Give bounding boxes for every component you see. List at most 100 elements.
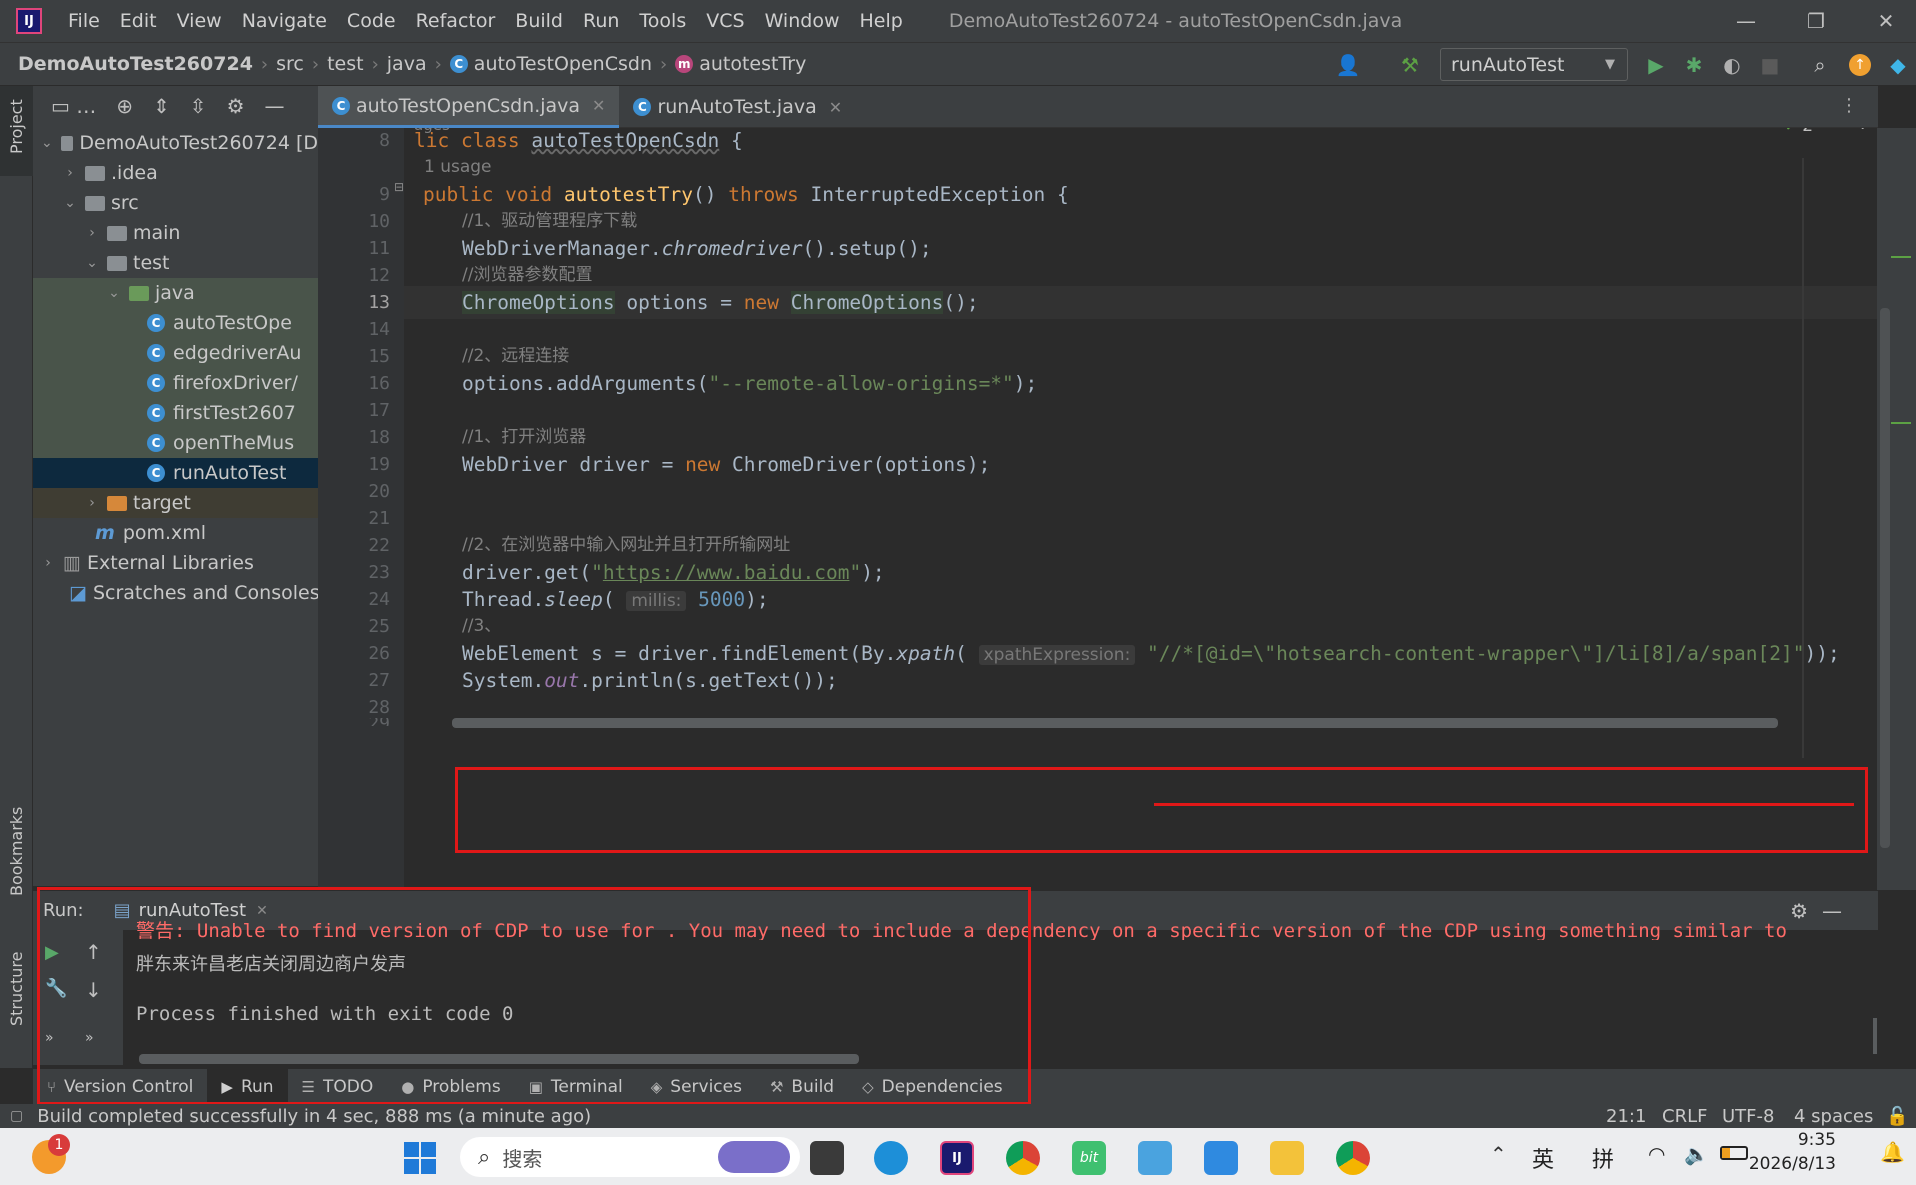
hide-panel-icon[interactable]: — bbox=[265, 94, 285, 118]
indent-setting[interactable]: 4 spaces bbox=[1794, 1106, 1873, 1127]
locate-icon[interactable]: ⊕ bbox=[116, 94, 133, 118]
search-icon[interactable]: ⌕ bbox=[1806, 51, 1834, 79]
breadcrumb-project[interactable]: DemoAutoTest260724 bbox=[18, 53, 253, 75]
file-explorer-icon[interactable] bbox=[1270, 1141, 1304, 1175]
menu-window[interactable]: Window bbox=[755, 10, 850, 32]
menu-tools[interactable]: Tools bbox=[629, 10, 696, 32]
chevron-up-icon[interactable]: ⌃ bbox=[1490, 1142, 1507, 1166]
fold-icon[interactable]: ⊟ bbox=[394, 180, 404, 194]
menu-code[interactable]: Code bbox=[337, 10, 406, 32]
chevron-right-icon[interactable]: › bbox=[85, 495, 99, 511]
vertical-scrollbar[interactable] bbox=[1873, 1018, 1877, 1054]
breadcrumb-src[interactable]: src bbox=[276, 53, 304, 75]
tree-item-file[interactable]: CautoTestOpe bbox=[33, 308, 318, 338]
close-icon[interactable]: ✕ bbox=[1856, 0, 1916, 42]
panel-toggle-icon[interactable]: ▢ bbox=[10, 1108, 23, 1124]
menu-run[interactable]: Run bbox=[573, 10, 629, 32]
tree-item-file[interactable]: CfirstTest2607 bbox=[33, 398, 318, 428]
lock-icon[interactable]: 🔓 bbox=[1886, 1106, 1908, 1127]
chevron-down-icon[interactable]: ⌄ bbox=[41, 135, 53, 151]
close-icon[interactable]: ✕ bbox=[592, 96, 605, 115]
tree-item-src[interactable]: ⌄ src bbox=[33, 188, 318, 218]
tree-item-file-selected[interactable]: CrunAutoTest bbox=[33, 458, 318, 488]
chevron-right-icon[interactable]: › bbox=[63, 165, 77, 181]
horizontal-scrollbar[interactable] bbox=[452, 718, 1778, 728]
chevron-right-icon[interactable]: › bbox=[85, 225, 99, 241]
wifi-icon[interactable]: ◠ bbox=[1648, 1142, 1665, 1166]
menu-vcs[interactable]: VCS bbox=[696, 10, 754, 32]
project-view-icon[interactable]: ▭ … bbox=[51, 94, 96, 118]
project-tool-button[interactable]: Project bbox=[7, 99, 26, 154]
bookmarks-tool-button[interactable]: Bookmarks bbox=[7, 807, 26, 896]
menu-file[interactable]: File bbox=[58, 10, 110, 32]
tree-item-target[interactable]: › target bbox=[33, 488, 318, 518]
menu-help[interactable]: Help bbox=[849, 10, 912, 32]
tree-item-scratches[interactable]: ◪ Scratches and Consoles bbox=[33, 578, 318, 608]
hide-panel-icon[interactable]: — bbox=[1822, 899, 1842, 923]
menu-build[interactable]: Build bbox=[505, 10, 573, 32]
windows-start-icon[interactable] bbox=[404, 1142, 436, 1174]
edge-browser-icon[interactable] bbox=[874, 1141, 908, 1175]
taskbar-search[interactable]: ⌕ 搜索 bbox=[460, 1137, 800, 1177]
clock-date[interactable]: 2026/8/13 bbox=[1746, 1154, 1836, 1174]
build-hammer-icon[interactable]: ⚒ bbox=[1396, 51, 1424, 79]
chrome-app-icon[interactable] bbox=[1336, 1141, 1370, 1175]
pinwheel-app-icon[interactable] bbox=[1138, 1141, 1172, 1175]
notepad-app-icon[interactable] bbox=[1204, 1141, 1238, 1175]
update-icon[interactable]: ↑ bbox=[1846, 51, 1874, 79]
battery-icon[interactable] bbox=[1720, 1146, 1748, 1160]
line-separator[interactable]: CRLF bbox=[1662, 1106, 1707, 1127]
intellij-app-icon[interactable]: IJ bbox=[940, 1141, 974, 1175]
tree-item-java[interactable]: ⌄ java bbox=[33, 278, 318, 308]
stop-icon[interactable]: ■ bbox=[1756, 51, 1784, 79]
breadcrumb-class[interactable]: CautoTestOpenCsdn bbox=[449, 53, 652, 75]
menu-refactor[interactable]: Refactor bbox=[406, 10, 506, 32]
notification-bell-icon[interactable]: 🔔 bbox=[1880, 1140, 1905, 1164]
tree-item-external-libraries[interactable]: › ▥ External Libraries bbox=[33, 548, 318, 578]
file-encoding[interactable]: UTF-8 bbox=[1722, 1106, 1774, 1127]
restore-icon[interactable]: ❐ bbox=[1786, 0, 1846, 42]
settings-gear-icon[interactable]: ⚙ bbox=[1790, 899, 1808, 923]
chrome-app-icon[interactable] bbox=[1006, 1141, 1040, 1175]
tree-item-root[interactable]: ⌄ DemoAutoTest260724 [D bbox=[33, 128, 318, 158]
caret-position[interactable]: 21:1 bbox=[1606, 1106, 1646, 1127]
more-options-icon[interactable]: ⋮ bbox=[1840, 95, 1858, 116]
clock-time[interactable]: 9:35 bbox=[1774, 1130, 1836, 1150]
chevron-right-icon[interactable]: › bbox=[41, 555, 55, 571]
tree-item-idea[interactable]: › .idea bbox=[33, 158, 318, 188]
settings-gear-icon[interactable]: ⚙ bbox=[227, 94, 245, 118]
ime-language[interactable]: 英 bbox=[1532, 1142, 1554, 1174]
chevron-down-icon[interactable]: ⌄ bbox=[85, 255, 99, 271]
plugin-icon[interactable]: ◆ bbox=[1884, 51, 1912, 79]
chevron-up-icon[interactable]: ⌃ bbox=[1830, 128, 1843, 133]
structure-tool-button[interactable]: Structure bbox=[7, 952, 26, 1026]
bit-app-icon[interactable]: bit bbox=[1072, 1141, 1106, 1175]
status-message[interactable]: Build completed successfully in 4 sec, 8… bbox=[37, 1106, 591, 1127]
tree-item-file[interactable]: CopenTheMus bbox=[33, 428, 318, 458]
tree-item-file[interactable]: CfirefoxDriver/ bbox=[33, 368, 318, 398]
tab-autotestopencsdn[interactable]: C autoTestOpenCsdn.java ✕ bbox=[318, 86, 620, 128]
tree-item-file[interactable]: CedgedriverAu bbox=[33, 338, 318, 368]
url-link[interactable]: https://www.baidu.com bbox=[603, 561, 850, 584]
chevron-down-icon[interactable]: ⌄ bbox=[63, 195, 77, 211]
close-icon[interactable]: ✕ bbox=[829, 98, 842, 117]
menu-edit[interactable]: Edit bbox=[110, 10, 167, 32]
chevron-down-icon[interactable]: ⌄ bbox=[1856, 128, 1869, 133]
user-account-icon[interactable]: 👤 bbox=[1334, 51, 1362, 79]
collapse-all-icon[interactable]: ⇳ bbox=[190, 94, 207, 118]
task-view-icon[interactable] bbox=[810, 1141, 844, 1175]
chevron-down-icon[interactable]: ⌄ bbox=[107, 285, 121, 301]
ime-mode[interactable]: 拼 bbox=[1592, 1142, 1614, 1174]
run-configuration-select[interactable]: runAutoTest ▼ bbox=[1440, 48, 1628, 81]
breadcrumb-java[interactable]: java bbox=[387, 53, 427, 75]
debug-bug-icon[interactable]: ✱ bbox=[1680, 51, 1708, 79]
inspection-ok-icon[interactable]: ✓2 bbox=[1784, 128, 1813, 136]
tree-item-pom[interactable]: m pom.xml bbox=[33, 518, 318, 548]
tab-runautotest[interactable]: C runAutoTest.java ✕ bbox=[619, 86, 856, 128]
breadcrumb-test[interactable]: test bbox=[327, 53, 364, 75]
vertical-scrollbar[interactable] bbox=[1880, 308, 1890, 848]
menu-navigate[interactable]: Navigate bbox=[232, 10, 337, 32]
coverage-icon[interactable]: ◐ bbox=[1718, 51, 1746, 79]
minimize-icon[interactable]: — bbox=[1716, 0, 1776, 42]
breadcrumb-method[interactable]: m autotestTry bbox=[675, 53, 806, 75]
